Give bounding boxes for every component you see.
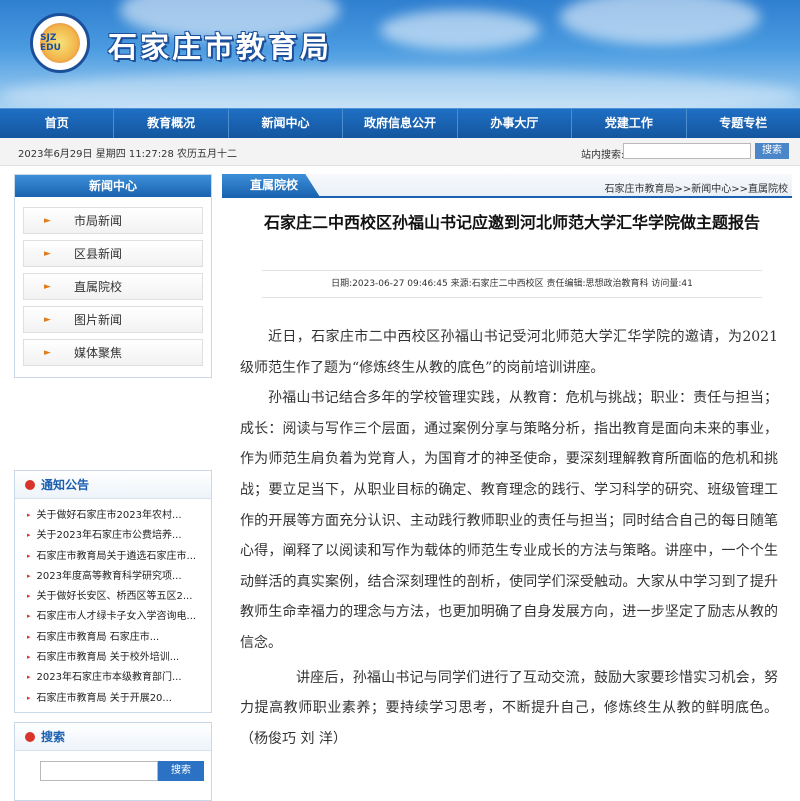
notice-link[interactable]: 石家庄市教育局 石家庄市... [27, 627, 211, 647]
notice-link[interactable]: 关于2023年石家庄市公费培养... [27, 525, 211, 545]
logo-text: SJZ EDU [40, 33, 61, 53]
info-bar: 2023年6月29日 星期四 11:27:28 农历五月十二 站内搜索: 搜索 [0, 138, 800, 166]
sidebar-item-district-news[interactable]: ► 区县新闻 [23, 240, 203, 267]
sidebar-item-media-focus[interactable]: ► 媒体聚焦 [23, 339, 203, 366]
sidebar-search-input[interactable] [40, 761, 158, 781]
notice-link[interactable]: 石家庄市教育局 关于开展20... [27, 688, 211, 708]
notice-link[interactable]: 石家庄市教育局 关于校外培训... [27, 647, 211, 667]
site-logo[interactable]: SJZ EDU [30, 13, 90, 73]
nav-overview[interactable]: 教育概况 [114, 109, 229, 138]
bullet-dot-icon [25, 731, 35, 742]
arrow-right-icon: ► [44, 281, 51, 292]
notice-link[interactable]: 2023年度高等教育科学研究项... [27, 566, 211, 586]
site-search-input[interactable] [623, 143, 751, 159]
sidebar-item-label: 区县新闻 [74, 247, 123, 261]
arrow-right-icon: ► [44, 347, 51, 358]
article-paragraph: 孙福山书记结合多年的学校管理实践，从教育：危机与挑战；职业：责任与担当；成长：阅… [240, 390, 778, 651]
search-header: 搜索 [15, 723, 211, 751]
nav-party-work[interactable]: 党建工作 [572, 109, 687, 138]
article-body: 近日，石家庄市二中西校区孙福山书记受河北师范大学汇华学院的邀请，为2021级师范… [240, 322, 778, 754]
sidebar-search-button[interactable]: 搜索 [158, 761, 204, 781]
site-title: 石家庄市教育局 [108, 30, 333, 64]
news-center-sidebar: 新闻中心 ► 市局新闻 ► 区县新闻 ► 直属院校 ► 图片新闻 ► 媒体聚焦 [14, 174, 212, 378]
notice-header: 通知公告 [15, 471, 211, 499]
nav-home[interactable]: 首页 [0, 109, 115, 138]
sidebar-search-box: 搜索 搜索 [14, 722, 212, 801]
sidebar-item-label: 直属院校 [74, 280, 123, 294]
article-meta: 日期:2023-06-27 09:46:45 来源:石家庄二中西校区 责任编辑:… [262, 270, 762, 298]
notice-title: 通知公告 [41, 478, 90, 492]
sidebar-item-label: 市局新闻 [74, 214, 123, 228]
sidebar-item-label: 图片新闻 [74, 313, 123, 327]
article-title: 石家庄二中西校区孙福山书记应邀到河北师范大学汇华学院做主题报告 [263, 213, 760, 232]
logo-emblem-icon: SJZ EDU [40, 23, 80, 63]
sidebar-list: ► 市局新闻 ► 区县新闻 ► 直属院校 ► 图片新闻 ► 媒体聚焦 [15, 197, 211, 366]
notice-link[interactable]: 关于做好长安区、桥西区等五区2... [27, 586, 211, 606]
main-header: 直属院校 石家庄市教育局>>新闻中心>>直属院校 [222, 174, 792, 198]
section-tab: 直属院校 [222, 174, 320, 197]
sidebar-item-label: 媒体聚焦 [74, 346, 123, 360]
search-title: 搜索 [41, 730, 66, 744]
notice-box: 通知公告 关于做好石家庄市2023年农村... 关于2023年石家庄市公费培养.… [14, 470, 212, 713]
main-nav: 首页 教育概况 新闻中心 政府信息公开 办事大厅 党建工作 专题专栏 [0, 108, 800, 138]
article-paragraph: 近日，石家庄市二中西校区孙福山书记受河北师范大学汇华学院的邀请，为2021级师范… [240, 329, 778, 376]
bullet-dot-icon [25, 479, 35, 490]
cloud-decoration [0, 70, 800, 108]
nav-gov-info[interactable]: 政府信息公开 [343, 109, 458, 138]
nav-service-hall[interactable]: 办事大厅 [458, 109, 573, 138]
notice-link[interactable]: 石家庄市人才绿卡子女入学咨询电... [27, 606, 211, 626]
current-date: 2023年6月29日 星期四 11:27:28 农历五月十二 [18, 149, 237, 160]
arrow-right-icon: ► [44, 314, 51, 325]
sidebar-title: 新闻中心 [15, 175, 211, 197]
sidebar-item-city-news[interactable]: ► 市局新闻 [23, 207, 203, 234]
site-banner: SJZ EDU 石家庄市教育局 [0, 0, 800, 108]
notice-link[interactable]: 石家庄市教育局关于遴选石家庄市... [27, 546, 211, 566]
site-search-button[interactable]: 搜索 [755, 143, 789, 159]
cloud-decoration [560, 0, 760, 45]
sidebar-item-affiliated-schools[interactable]: ► 直属院校 [23, 273, 203, 300]
cloud-decoration [380, 10, 540, 50]
nav-special-topics[interactable]: 专题专栏 [687, 109, 800, 138]
arrow-right-icon: ► [44, 215, 51, 226]
arrow-right-icon: ► [44, 248, 51, 259]
notice-link[interactable]: 关于做好石家庄市2023年农村... [27, 505, 211, 525]
site-search-label: 站内搜索: [581, 150, 625, 161]
breadcrumb[interactable]: 石家庄市教育局>>新闻中心>>直属院校 [604, 180, 788, 195]
notice-link[interactable]: 2023年石家庄市本级教育部门... [27, 667, 211, 687]
notice-list: 关于做好石家庄市2023年农村... 关于2023年石家庄市公费培养... 石家… [15, 499, 211, 708]
nav-news-center[interactable]: 新闻中心 [229, 109, 344, 138]
article-paragraph: 讲座后，孙福山书记与同学们进行了互动交流，鼓励大家要珍惜实习机会，努力提高教师职… [240, 669, 778, 747]
sidebar-item-photo-news[interactable]: ► 图片新闻 [23, 306, 203, 333]
